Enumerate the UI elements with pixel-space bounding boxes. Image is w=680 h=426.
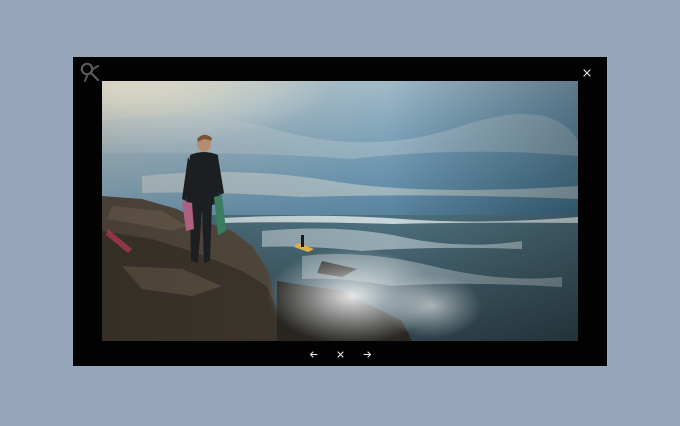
arrow-left-icon [309,350,318,358]
next-button[interactable] [362,349,373,360]
close-button[interactable] [581,66,593,78]
lightbox-controls [73,348,607,360]
lightbox-image [102,81,578,341]
close-icon [336,350,344,358]
lightbox-modal [73,57,607,366]
brand-logo-icon [79,61,101,83]
previous-button[interactable] [308,349,319,360]
surfer-on-rocks-photo [102,81,578,341]
arrow-right-icon [362,350,371,358]
close-icon [583,69,591,77]
close-lightbox-button[interactable] [335,349,346,360]
